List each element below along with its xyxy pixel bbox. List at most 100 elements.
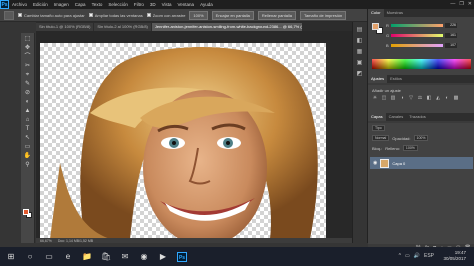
cortana-icon[interactable]: ○: [25, 252, 35, 262]
green-value[interactable]: 161: [445, 33, 457, 38]
menu-ayuda[interactable]: Ayuda: [197, 2, 216, 7]
blue-value[interactable]: 107: [445, 43, 457, 48]
blend-mode-select[interactable]: Normal: [372, 135, 390, 141]
zoom-100-button[interactable]: 100%: [189, 10, 208, 20]
zoom-tool-preset-icon[interactable]: [4, 10, 14, 20]
media-player-icon[interactable]: ▶: [158, 252, 168, 262]
tab-layers[interactable]: Capas: [368, 113, 386, 121]
menu-bar: Ps Archivo Edición Imagen Capa Texto Sel…: [0, 0, 474, 9]
store-icon[interactable]: 🛍: [101, 252, 111, 262]
menu-capa[interactable]: Capa: [72, 2, 89, 7]
path-selection-tool-icon[interactable]: ↖: [23, 135, 32, 142]
properties-panel-icon[interactable]: ◧: [356, 38, 364, 45]
hand-tool-icon[interactable]: ✋: [23, 153, 32, 160]
volume-icon[interactable]: 🔊: [414, 253, 420, 259]
battery-icon[interactable]: ▭: [405, 253, 410, 259]
black-white-icon[interactable]: ◧: [426, 96, 432, 101]
layer-row[interactable]: ◉ Capa 0: [370, 157, 473, 169]
foreground-color-box[interactable]: [372, 23, 379, 30]
status-bar: 66,67% Doc: 1,14 MB/1,52 MB: [36, 238, 352, 243]
type-tool-icon[interactable]: T: [23, 126, 32, 133]
tab-color[interactable]: Color: [368, 9, 384, 17]
menu-3d[interactable]: 3D: [147, 2, 159, 7]
invert-icon[interactable]: ◐: [444, 96, 450, 101]
print-size-button[interactable]: Tamaño de impresión: [299, 10, 347, 20]
menu-texto[interactable]: Texto: [89, 2, 106, 7]
layer-kind-select[interactable]: Tipo: [372, 125, 385, 131]
red-value[interactable]: 226: [445, 23, 457, 28]
taskbar-clock[interactable]: 19:47 30/05/2017: [443, 250, 466, 262]
zoom-all-windows-checkbox[interactable]: Ampliar todas las ventanas: [88, 13, 143, 18]
close-button[interactable]: ✕: [468, 1, 472, 7]
file-explorer-icon[interactable]: 📁: [82, 252, 92, 262]
brightness-icon[interactable]: ☀: [372, 96, 378, 101]
fill-screen-button[interactable]: Rellenar pantalla: [257, 10, 296, 20]
gradient-map-icon[interactable]: ▩: [453, 96, 459, 101]
menu-archivo[interactable]: Archivo: [9, 2, 30, 7]
minimize-button[interactable]: —: [450, 1, 455, 7]
menu-seleccion[interactable]: Selección: [105, 2, 131, 7]
maximize-button[interactable]: ❐: [459, 1, 463, 7]
layer-name[interactable]: Capa 0: [392, 161, 405, 166]
fill-input[interactable]: 100%: [402, 145, 418, 151]
windows-start-icon[interactable]: ⊞: [6, 252, 16, 262]
history-panel-icon[interactable]: ▤: [356, 27, 364, 34]
mail-icon[interactable]: ✉: [120, 252, 130, 262]
info-panel-icon[interactable]: ◩: [356, 71, 364, 78]
foreground-color-swatch[interactable]: [23, 209, 29, 215]
lasso-tool-icon[interactable]: ⌒: [23, 54, 32, 61]
chrome-icon[interactable]: ◉: [139, 252, 149, 262]
shape-tool-icon[interactable]: ▭: [23, 144, 32, 151]
color-spectrum[interactable]: [372, 59, 471, 69]
levels-icon[interactable]: ◫: [381, 96, 387, 101]
blue-slider[interactable]: [391, 44, 443, 47]
menu-vista[interactable]: Vista: [159, 2, 175, 7]
layer-blend-row: Normal Opacidad: 100%: [368, 133, 474, 143]
eraser-tool-icon[interactable]: ⊘: [23, 90, 32, 97]
task-view-icon[interactable]: ▭: [44, 252, 54, 262]
edge-browser-icon[interactable]: e: [63, 252, 73, 262]
eyedropper-tool-icon[interactable]: ⌖: [23, 72, 32, 79]
color-balance-icon[interactable]: ⚖: [417, 96, 423, 101]
gradient-tool-icon[interactable]: ◐: [23, 99, 32, 106]
zoom-tool-icon[interactable]: ⚲: [23, 162, 32, 169]
menu-ventana[interactable]: Ventana: [175, 2, 198, 7]
image-canvas[interactable]: [40, 43, 326, 239]
exposure-icon[interactable]: ◑: [399, 96, 405, 101]
dodge-tool-icon[interactable]: ⌂: [23, 117, 32, 124]
clone-source-panel-icon[interactable]: ▣: [356, 60, 364, 67]
tab-document-2[interactable]: Sin título-2 al 100% (RGB/8): [94, 23, 151, 31]
green-slider[interactable]: [391, 34, 443, 37]
opacity-input[interactable]: 100%: [413, 135, 429, 141]
brush-tool-icon[interactable]: ✎: [23, 81, 32, 88]
photo-filter-icon[interactable]: ◭: [435, 96, 441, 101]
tab-adjustments[interactable]: Ajustes: [368, 75, 388, 83]
red-slider[interactable]: [391, 24, 443, 27]
move-tool-icon[interactable]: ✥: [23, 45, 32, 52]
show-hidden-icons-icon[interactable]: ^: [399, 253, 401, 259]
photoshop-taskbar-icon[interactable]: Ps: [177, 251, 187, 262]
scrubby-zoom-checkbox[interactable]: Zoom con arrastre: [146, 13, 185, 18]
checkbox-icon: [18, 13, 22, 17]
vibrance-icon[interactable]: ▽: [408, 96, 414, 101]
blur-tool-icon[interactable]: ▲: [23, 108, 32, 115]
fit-screen-button[interactable]: Encajar en pantalla: [211, 10, 254, 20]
tab-document-1[interactable]: Sin título-1 @ 100% (RGB/8): [36, 23, 94, 31]
curves-icon[interactable]: ▥: [390, 96, 396, 101]
menu-edicion[interactable]: Edición: [30, 2, 51, 7]
marquee-tool-icon[interactable]: ⬚: [23, 36, 32, 43]
tab-styles[interactable]: Estilos: [387, 75, 405, 83]
lock-label: Bloq.:: [372, 145, 383, 151]
menu-imagen[interactable]: Imagen: [51, 2, 72, 7]
language-indicator[interactable]: ESP: [424, 253, 434, 259]
tab-paths[interactable]: Trazados: [406, 113, 429, 121]
resize-windows-checkbox[interactable]: Cambiar tamaño auto para ajustar: [18, 13, 85, 18]
brush-panel-icon[interactable]: ▦: [356, 49, 364, 56]
zoom-level[interactable]: 66,67%: [40, 239, 52, 243]
tab-swatches[interactable]: Muestras: [384, 9, 406, 17]
crop-tool-icon[interactable]: ✂: [23, 63, 32, 70]
tab-channels[interactable]: Canales: [386, 113, 407, 121]
menu-filtro[interactable]: Filtro: [131, 2, 147, 7]
tab-document-active[interactable]: Jennifer-aniston-jennifer-aniston-smilin…: [151, 23, 302, 31]
eye-icon[interactable]: ◉: [373, 160, 377, 166]
